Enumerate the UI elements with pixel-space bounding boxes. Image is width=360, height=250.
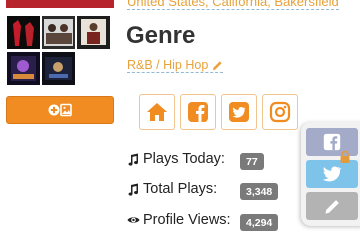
add-image-icon xyxy=(48,103,72,117)
profile-views-count: 4,294 xyxy=(240,214,279,231)
genre-value-text: R&B / Hip Hop xyxy=(127,58,209,72)
music-note-icon xyxy=(127,153,141,166)
total-plays-row: Total Plays: xyxy=(127,181,217,197)
pencil-icon xyxy=(213,60,222,70)
instagram-link[interactable] xyxy=(262,94,298,130)
stat-label: Total Plays: xyxy=(143,181,218,197)
facebook-icon xyxy=(323,133,341,151)
photo-thumbnail[interactable] xyxy=(77,16,110,49)
twitter-link[interactable] xyxy=(221,94,257,130)
twitter-icon xyxy=(322,166,342,182)
plays-today-row: Plays Today: xyxy=(127,151,225,167)
instagram-icon xyxy=(269,101,291,123)
home-icon xyxy=(147,103,167,121)
music-note-icon xyxy=(127,183,141,196)
share-panel xyxy=(301,122,360,226)
photo-thumbnail[interactable] xyxy=(42,52,75,85)
photo-thumbnail[interactable] xyxy=(42,16,75,49)
photo-thumbnail[interactable] xyxy=(7,52,40,85)
eye-icon xyxy=(127,215,141,225)
plays-today-count: 77 xyxy=(240,153,264,170)
lock-icon xyxy=(340,150,350,163)
twitter-share-button[interactable] xyxy=(306,160,358,188)
genre-link[interactable]: R&B / Hip Hop xyxy=(127,58,224,73)
profile-views-row: Profile Views: xyxy=(127,212,231,228)
edit-button[interactable] xyxy=(306,192,358,220)
location-link[interactable]: United States, California, Bakersfield xyxy=(127,0,339,10)
stat-label: Profile Views: xyxy=(143,212,231,228)
genre-heading: Genre xyxy=(126,22,196,49)
add-photo-button[interactable] xyxy=(6,96,114,124)
twitter-icon xyxy=(229,102,249,122)
stat-label: Plays Today: xyxy=(143,151,225,167)
photo-thumbnail[interactable] xyxy=(7,16,40,49)
cover-photo[interactable] xyxy=(6,0,114,8)
pencil-icon xyxy=(324,199,339,214)
home-link[interactable] xyxy=(139,94,175,130)
facebook-link[interactable] xyxy=(180,94,216,130)
facebook-icon xyxy=(188,102,208,122)
total-plays-count: 3,348 xyxy=(240,183,279,200)
